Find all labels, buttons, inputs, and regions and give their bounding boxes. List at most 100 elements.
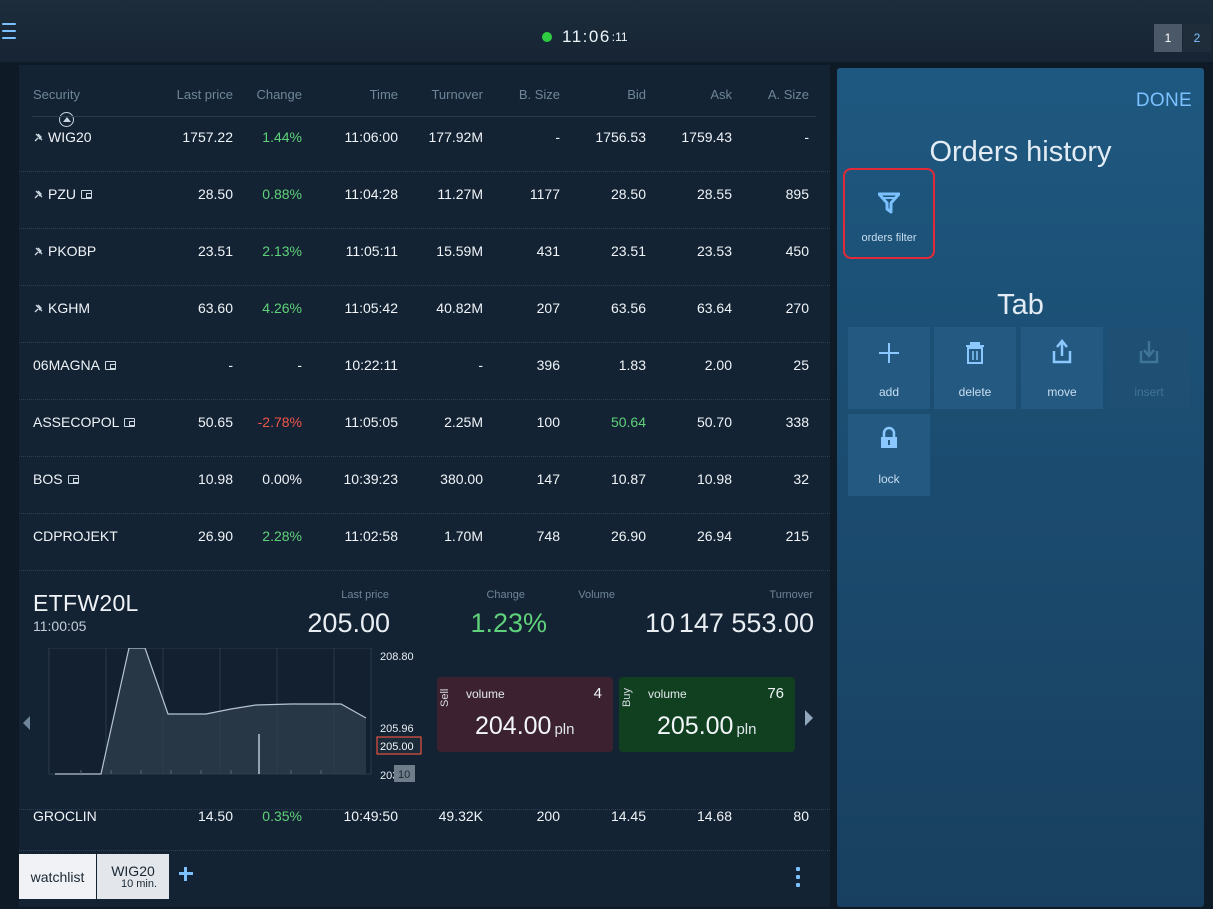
asize-cell: 270: [785, 300, 809, 316]
next-arrow-icon[interactable]: [805, 710, 813, 726]
menu-icon[interactable]: [2, 23, 16, 41]
table-header: Security Last price Change Time Turnover…: [19, 87, 830, 103]
bid-cell: 1.83: [618, 357, 646, 373]
turnover-value: 147 553.00: [678, 608, 814, 638]
last-cell: 10.98: [197, 471, 233, 487]
clock: 11:06:11: [542, 27, 628, 46]
bsize-cell: 748: [536, 528, 560, 544]
last-cell: 50.65: [197, 414, 233, 430]
sell-order-button[interactable]: Sell volume 4 204.00 pln: [437, 677, 613, 752]
time-cell: 11:05:11: [345, 243, 398, 259]
last-price-value: 205.00: [307, 608, 390, 638]
last-cell: 63.60: [197, 300, 233, 316]
sell-volume-label: volume: [466, 687, 505, 701]
sell-volume: 4: [593, 685, 602, 702]
volume-value: 10: [644, 608, 675, 638]
pin-icon: [34, 247, 43, 256]
table-row[interactable]: PZU 28.50 0.88% 11:04:28 11.27M 1177 28.50 28.5…: [19, 173, 830, 229]
buy-volume-label: volume: [648, 687, 687, 701]
security-cell: PZU: [33, 186, 92, 202]
table-row[interactable]: CDPROJEKT 26.90 2.28% 11:02:58 1.70M 748 26.90…: [19, 515, 830, 571]
add-tab-icon[interactable]: [177, 865, 197, 885]
col-change[interactable]: Change: [256, 87, 302, 102]
more-options-icon[interactable]: [794, 867, 802, 891]
table-row[interactable]: GROCLIN 14.50 0.35% 10:49:50 49.32K 200 14.45 1…: [19, 795, 830, 851]
volume-label: Volume: [578, 589, 615, 601]
delete-button[interactable]: delete: [934, 327, 1016, 409]
turnover-cell: -: [478, 357, 483, 373]
turnover-cell: 15.59M: [436, 243, 483, 259]
last-cell: 26.90: [197, 528, 233, 544]
bid-cell: 10.87: [610, 471, 646, 487]
done-button[interactable]: DONE: [1136, 90, 1192, 112]
plus-icon: [879, 343, 899, 363]
col-bid-size[interactable]: B. Size: [519, 87, 560, 102]
table-row[interactable]: WIG20 1757.22 1.44% 11:06:00 177.92M - 1756.53…: [19, 116, 830, 172]
ask-cell: 26.94: [696, 528, 732, 544]
col-last-price[interactable]: Last price: [177, 87, 233, 102]
lock-icon: [881, 426, 897, 448]
table-row[interactable]: ASSECOPOL 50.65 -2.78% 11:05:05 2.25M 100 50.6…: [19, 401, 830, 457]
change-cell: 0.00%: [262, 471, 302, 487]
asize-cell: 450: [785, 243, 809, 259]
security-cell: WIG20: [33, 129, 92, 145]
time-cell: 11:02:58: [344, 528, 398, 544]
delete-label: delete: [958, 385, 992, 399]
security-name: 06MAGNA: [33, 357, 100, 373]
ask-cell: 63.64: [696, 300, 732, 316]
insert-label: insert: [1134, 385, 1164, 399]
col-ask[interactable]: Ask: [710, 87, 732, 102]
panel-title: Orders history: [929, 136, 1112, 168]
col-turnover[interactable]: Turnover: [431, 87, 483, 102]
bsize-cell: 1177: [529, 186, 560, 202]
table-row[interactable]: PKOBP 23.51 2.13% 11:05:11 15.59M 431 23.51 23.…: [19, 230, 830, 286]
sell-price-value: 204.00: [475, 712, 552, 740]
move-button[interactable]: move: [1021, 327, 1103, 409]
page-button-2[interactable]: 2: [1183, 24, 1211, 52]
col-ask-size[interactable]: A. Size: [768, 87, 809, 102]
orders-filter-button[interactable]: orders filter: [843, 168, 935, 259]
axis-label-mid: 205.96: [380, 723, 414, 735]
expanded-security-row[interactable]: ETFW20L 11:00:05 Last price 205.00 Chang…: [19, 572, 830, 810]
bsize-cell: 100: [536, 414, 560, 430]
bsize-cell: -: [555, 129, 560, 145]
table-row[interactable]: 06MAGNA - - 10:22:11 - 396 1.83 2.00 25: [19, 344, 830, 400]
page-button-1[interactable]: 1: [1154, 24, 1182, 52]
security-cell: GROCLIN: [33, 808, 97, 824]
lock-button[interactable]: lock: [848, 414, 930, 496]
table-row[interactable]: BOS 10.98 0.00% 10:39:23 380.00 147 10.87 10.98…: [19, 458, 830, 514]
security-name: KGHM: [48, 300, 90, 316]
time-cell: 11:06:00: [344, 129, 398, 145]
tab-wig20[interactable]: WIG20 10 min.: [97, 854, 169, 899]
ask-cell: 2.00: [704, 357, 732, 373]
security-name: CDPROJEKT: [33, 528, 118, 544]
change-label: Change: [486, 589, 525, 601]
time-cell: 10:22:11: [344, 357, 398, 373]
turnover-cell: 49.32K: [438, 808, 483, 824]
time-cell: 11:05:42: [344, 300, 398, 316]
change-cell: 0.35%: [262, 808, 302, 824]
turnover-cell: 11.27M: [437, 186, 483, 202]
col-security[interactable]: Security: [33, 87, 80, 102]
wallet-icon: [124, 418, 136, 427]
ask-cell: 1759.43: [681, 129, 732, 145]
security-name: ASSECOPOL: [33, 414, 120, 430]
col-time[interactable]: Time: [370, 87, 398, 102]
turnover-cell: 1.70M: [444, 528, 483, 544]
buy-order-button[interactable]: Buy volume 76 205.00 pln: [619, 677, 795, 752]
change-value: 1.23%: [470, 608, 547, 638]
previous-arrow-icon[interactable]: [23, 716, 30, 730]
tab-watchlist[interactable]: watchlist: [19, 854, 96, 899]
time-cell: 10:39:23: [343, 471, 399, 487]
asize-cell: 215: [785, 528, 809, 544]
pin-icon: [34, 133, 43, 142]
security-name: PZU: [48, 186, 76, 202]
ask-cell: 14.68: [696, 808, 732, 824]
col-bid[interactable]: Bid: [627, 87, 646, 102]
add-button[interactable]: add: [848, 327, 930, 409]
table-row[interactable]: KGHM 63.60 4.26% 11:05:42 40.82M 207 63.56 63.6…: [19, 287, 830, 343]
expanded-security-name: ETFW20L: [33, 590, 139, 616]
change-cell: -2.78%: [257, 414, 302, 430]
bsize-cell: 147: [536, 471, 560, 487]
insert-button[interactable]: insert: [1108, 327, 1190, 409]
